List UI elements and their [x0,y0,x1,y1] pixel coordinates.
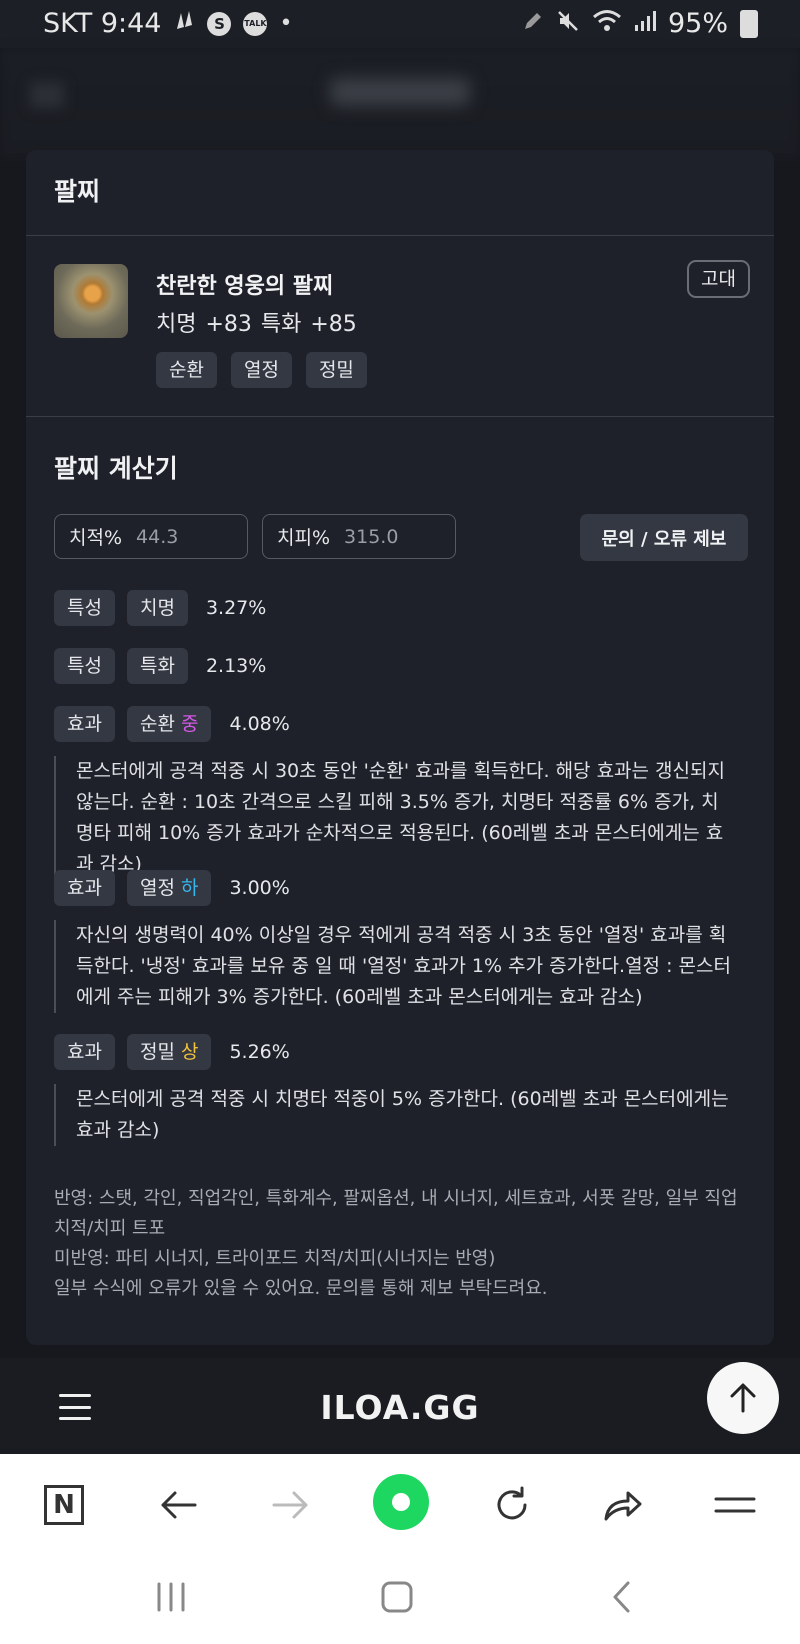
item-stats: 치명 +83 특화 +85 [156,312,357,337]
row-type-chip: 효과 [54,870,115,906]
share-icon [604,1491,642,1521]
forward-button[interactable] [267,1482,313,1528]
crit-dmg-label: 치피% [277,527,331,549]
back-nav-icon[interactable] [610,1580,634,1614]
battery-percent: 95% [667,8,728,39]
error-note: 일부 수식에 오류가 있을 수 있어요. 문의를 통해 제보 부탁드려요. [54,1278,548,1299]
row-value: 4.08% [229,713,290,735]
effect-description: 자신의 생명력이 40% 이상일 경우 적에게 공격 적중 시 3초 동안 '열… [54,920,736,1013]
row-value: 3.00% [229,877,290,899]
crit-rate-value: 44.3 [136,525,179,548]
recents-icon[interactable] [155,1582,187,1612]
green-dot-icon [392,1493,410,1511]
applied-note: 반영: 스탯, 각인, 직업각인, 특화계수, 팔찌옵션, 내 시너지, 세트효… [54,1188,738,1239]
effect-description: 몬스터에게 공격 적중 시 치명타 적중이 5% 증가한다. (60레벨 초과 … [54,1084,736,1146]
effect-name: 열정 [139,877,175,899]
tag-chip: 순환 [156,352,217,388]
not-applied-note: 미반영: 파티 시너지, 트라이포드 치적/치피(시너지는 반영) [54,1248,496,1269]
menu-lines-icon [714,1497,756,1513]
home-icon[interactable] [380,1580,414,1614]
crit-rate-label: 치적% [69,527,123,549]
crit-dmg-input[interactable]: 치피% 315.0 [262,514,456,559]
effect-description: 몬스터에게 공격 적중 시 30초 동안 '순환' 효과를 획득한다. 해당 효… [54,756,736,880]
mute-icon [556,9,580,39]
naver-icon: N [44,1485,84,1525]
carrier-time: SKT 9:44 [43,8,162,39]
green-dot-button[interactable] [373,1474,429,1530]
share-button[interactable] [600,1482,646,1528]
talk-icon: TALK [243,11,268,36]
row-value: 2.13% [205,655,267,677]
row-name-chip: 열정 하 [126,870,212,906]
effect-row: 효과 순환 중 4.08% [54,706,290,742]
site-bottom-bar: ILOA.GG [0,1358,800,1454]
arrow-right-icon [272,1491,308,1519]
pen-icon [522,10,544,38]
row-name-chip: 정밀 상 [126,1034,212,1070]
back-button[interactable] [156,1482,202,1528]
effect-row: 효과 열정 하 3.00% [54,870,290,906]
s-app-icon: S [207,11,232,36]
row-type-chip: 효과 [54,706,115,742]
reload-button[interactable] [489,1482,535,1528]
reload-icon [497,1486,527,1520]
tag-chip: 정밀 [305,352,367,388]
stat-row: 특성 특화 2.13% [54,648,266,684]
browser-menu-button[interactable] [712,1482,758,1528]
battery-icon [740,9,758,38]
row-type-chip: 특성 [54,590,115,626]
effect-grade: 중 [180,713,199,735]
row-type-chip: 특성 [54,648,115,684]
row-value: 3.27% [205,597,267,619]
bracelet-card: 팔찌 찬란한 영웅의 팔찌 치명 +83 특화 +85 고대 순환 열정 정밀 … [26,150,774,1345]
row-value: 5.26% [229,1041,290,1063]
section-title: 팔찌 [54,177,101,206]
grade-badge: 고대 [687,260,750,298]
row-name-chip: 치명 [126,590,188,626]
effect-name: 정밀 [139,1041,175,1063]
effect-grade: 상 [180,1041,199,1063]
item-tags: 순환 열정 정밀 [156,352,367,388]
site-logo[interactable]: ILOA.GG [0,1388,800,1427]
scroll-top-button[interactable] [707,1362,779,1434]
bracelet-image [54,264,128,338]
row-type-chip: 효과 [54,1034,115,1070]
tag-chip: 열정 [230,352,292,388]
stat-row: 특성 치명 3.27% [54,590,266,626]
effect-grade: 하 [180,877,199,899]
android-nav-bar [0,1554,800,1644]
item-name: 찬란한 영웅의 팔찌 [156,274,334,299]
arrow-up-icon [730,1383,756,1413]
crit-dmg-value: 315.0 [344,525,399,548]
blurred-page-title [330,78,470,106]
effect-row: 효과 정밀 상 5.26% [54,1034,290,1070]
divider [26,416,774,417]
wifi-icon [592,9,622,39]
divider [26,235,774,236]
status-bar: SKT 9:44 S TALK • 95% [0,0,800,48]
dot-icon: • [279,11,293,36]
report-button[interactable]: 문의 / 오류 제보 [580,514,748,561]
notification-icon [173,9,195,39]
signal-icon [634,10,656,38]
calculator-title: 팔찌 계산기 [54,454,178,483]
arrow-left-icon [161,1491,197,1519]
crit-rate-input[interactable]: 치적% 44.3 [54,514,248,559]
row-name-chip: 특화 [126,648,188,684]
row-name-chip: 순환 중 [126,706,212,742]
effect-name: 순환 [139,713,175,735]
naver-home-button[interactable]: N [41,1482,87,1528]
blurred-menu-icon [30,82,64,108]
